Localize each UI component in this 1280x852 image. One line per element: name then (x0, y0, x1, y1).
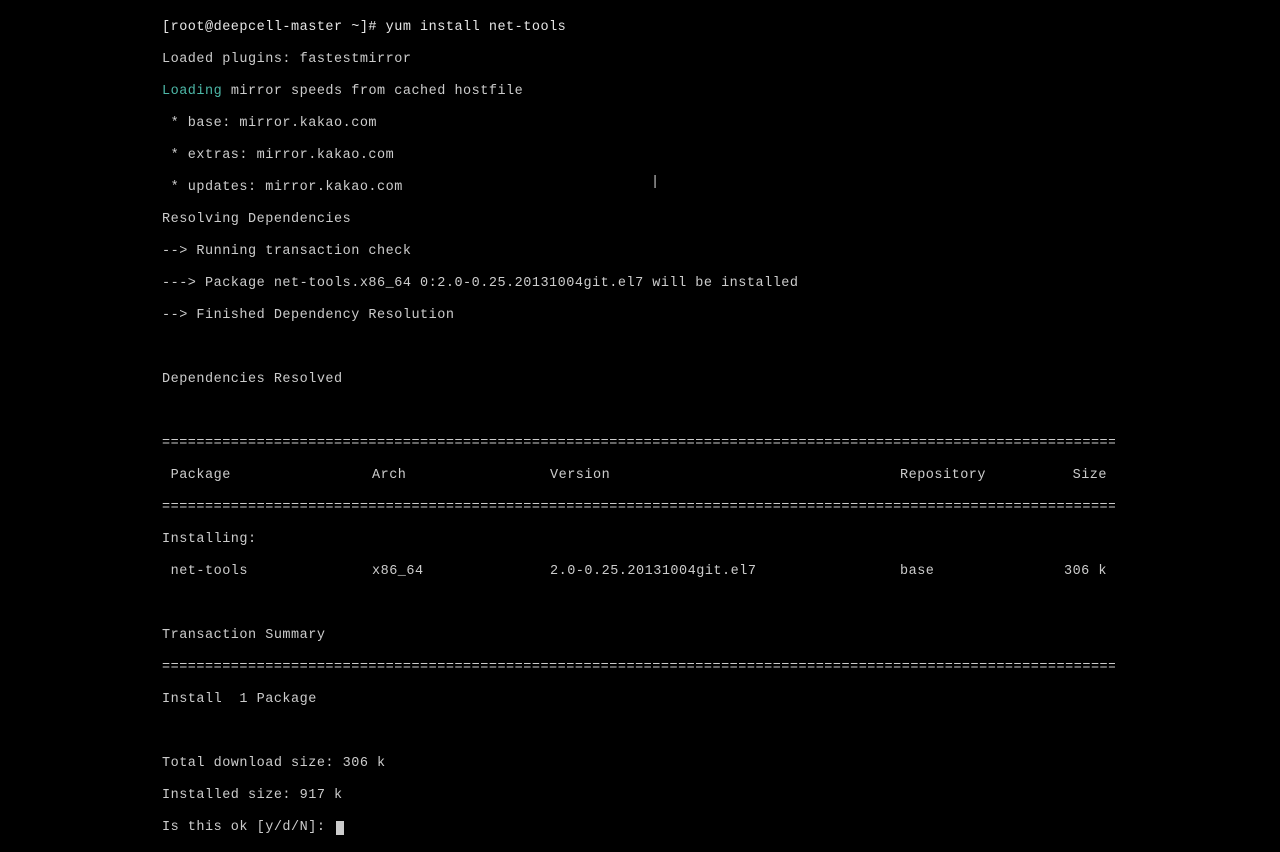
output-line: Install 1 Package (162, 692, 1113, 708)
col-version: Version (550, 468, 900, 484)
output-line: ---> Package net-tools.x86_64 0:2.0-0.25… (162, 276, 1113, 292)
output-line: * base: mirror.kakao.com (162, 116, 1113, 132)
output-line: Loaded plugins: fastestmirror (162, 52, 1113, 68)
cursor-icon (336, 821, 344, 835)
cell-size: 306 k (1062, 564, 1107, 580)
table-header-row: PackageArchVersionRepositorySize (162, 468, 1113, 484)
command-text: yum install net-tools (386, 20, 567, 35)
loading-text: mirror speeds from cached hostfile (222, 84, 523, 99)
blank-line (162, 724, 1113, 740)
output-line: Loading mirror speeds from cached hostfi… (162, 84, 1113, 100)
loading-keyword: Loading (162, 84, 222, 99)
divider-line: ========================================… (162, 660, 1115, 676)
col-size: Size (1062, 468, 1107, 484)
cell-version: 2.0-0.25.20131004git.el7 (550, 564, 900, 580)
blank-line (162, 596, 1113, 612)
divider-line: ========================================… (162, 436, 1115, 452)
output-line: Installed size: 917 k (162, 788, 1113, 804)
col-arch: Arch (372, 468, 550, 484)
cell-repository: base (900, 564, 1062, 580)
divider-line: ========================================… (162, 500, 1115, 516)
output-line: Total download size: 306 k (162, 756, 1113, 772)
output-line: Dependencies Resolved (162, 372, 1113, 388)
text-caret-icon: | (651, 175, 660, 190)
prompt-confirm-line[interactable]: Is this ok [y/d/N]: (162, 820, 1113, 836)
output-line: Resolving Dependencies (162, 212, 1113, 228)
output-line: * updates: mirror.kakao.com (162, 180, 1113, 196)
cell-arch: x86_64 (372, 564, 550, 580)
output-line: Installing: (162, 532, 1113, 548)
terminal-output[interactable]: [root@deepcell-master ~]# yum install ne… (0, 0, 1113, 852)
output-line: --> Running transaction check (162, 244, 1113, 260)
blank-line (162, 340, 1113, 356)
table-data-row: net-toolsx86_642.0-0.25.20131004git.el7b… (162, 564, 1113, 580)
cell-package: net-tools (162, 564, 372, 580)
output-line: --> Finished Dependency Resolution (162, 308, 1113, 324)
prompt-line: [root@deepcell-master ~]# yum install ne… (162, 20, 1113, 36)
prompt-text: [root@deepcell-master ~]# (162, 20, 386, 35)
output-line: * extras: mirror.kakao.com (162, 148, 1113, 164)
col-package: Package (162, 468, 372, 484)
confirm-text: Is this ok [y/d/N]: (162, 820, 334, 835)
output-line: Transaction Summary (162, 628, 1113, 644)
col-repository: Repository (900, 468, 1062, 484)
blank-line (162, 404, 1113, 420)
